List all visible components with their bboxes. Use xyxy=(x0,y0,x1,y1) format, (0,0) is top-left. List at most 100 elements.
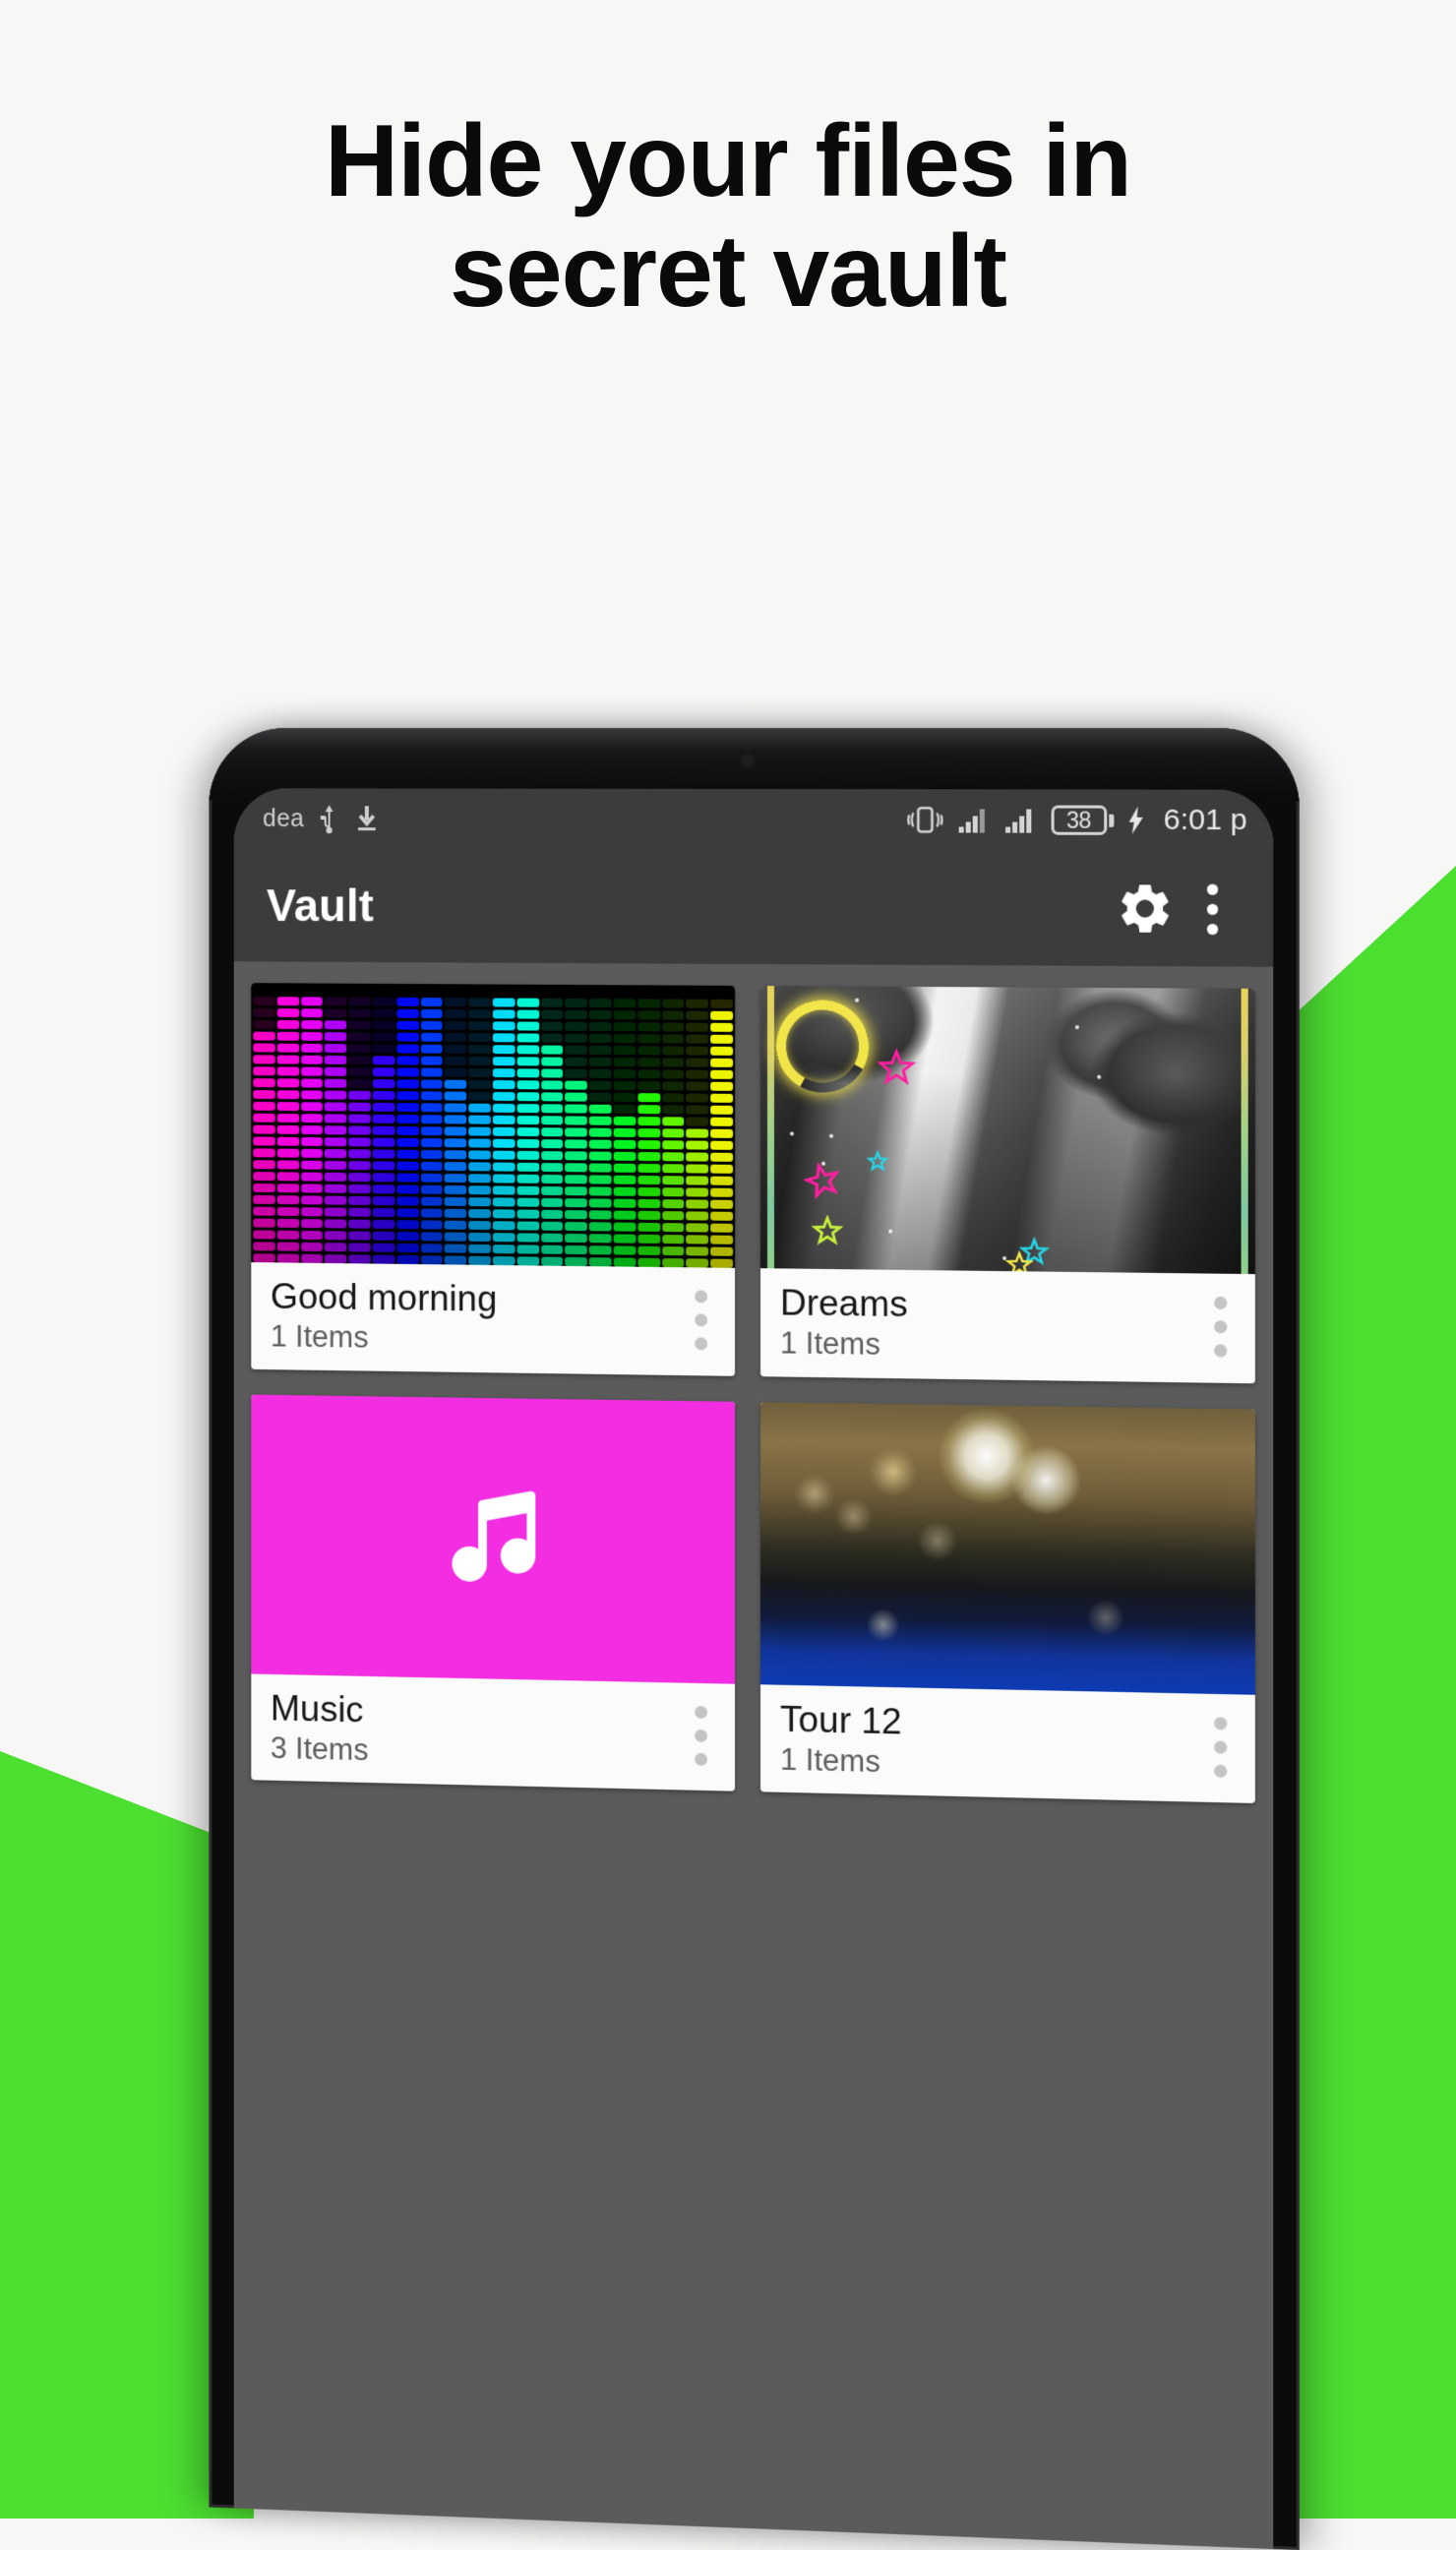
equalizer-segment xyxy=(637,1234,660,1244)
equalizer-segment xyxy=(710,1258,733,1268)
folder-options-button[interactable] xyxy=(674,1290,727,1351)
equalizer-segment xyxy=(444,998,467,1007)
equalizer-column xyxy=(276,997,299,1263)
equalizer-segment xyxy=(492,1138,516,1148)
equalizer-segment xyxy=(444,1115,467,1124)
equalizer-segment xyxy=(444,1244,467,1253)
equalizer-segment xyxy=(540,998,564,1007)
equalizer-segment xyxy=(686,1022,709,1032)
folder-card[interactable]: Tour 12 1 Items xyxy=(759,1401,1255,1804)
equalizer-segment xyxy=(516,1033,539,1043)
equalizer-segment xyxy=(396,1079,419,1089)
equalizer-segment xyxy=(253,997,275,1006)
equalizer-segment xyxy=(637,999,660,1008)
equalizer-segment xyxy=(253,1078,275,1088)
equalizer-segment xyxy=(325,997,347,1006)
equalizer-segment xyxy=(396,1243,419,1253)
equalizer-segment xyxy=(300,1055,324,1064)
equalizer-segment xyxy=(348,1125,371,1135)
equalizer-segment xyxy=(372,997,395,1006)
equalizer-segment xyxy=(516,1057,539,1066)
equalizer-segment xyxy=(661,1093,685,1103)
folder-options-button[interactable] xyxy=(674,1705,727,1766)
equalizer-segment xyxy=(637,1010,660,1020)
folder-card[interactable]: Music 3 Items xyxy=(251,1394,736,1791)
equalizer-segment xyxy=(613,1163,637,1173)
equalizer-column xyxy=(325,997,347,1264)
equalizer-segment xyxy=(516,1185,539,1195)
equalizer-segment xyxy=(613,1046,637,1056)
folder-card[interactable]: Dreams 1 Items xyxy=(759,986,1255,1383)
equalizer-segment xyxy=(492,1162,516,1172)
equalizer-segment xyxy=(492,998,516,1007)
equalizer-segment xyxy=(637,1245,660,1255)
equalizer-segment xyxy=(613,1234,637,1244)
equalizer-segment xyxy=(348,1207,371,1217)
folder-options-button[interactable] xyxy=(1193,1297,1247,1358)
equalizer-segment xyxy=(468,1185,491,1195)
overflow-menu-button[interactable] xyxy=(1183,871,1241,946)
phone-screen: dea 38 6:01 p Vault Good morning 1 Items… xyxy=(233,788,1274,2550)
equalizer-segment xyxy=(540,1174,564,1184)
equalizer-segment xyxy=(516,1162,539,1172)
equalizer-column xyxy=(613,999,637,1267)
equalizer-segment xyxy=(710,1128,733,1138)
charging-bolt-icon xyxy=(1126,806,1144,835)
equalizer-segment xyxy=(661,1117,685,1126)
equalizer-segment xyxy=(468,1126,491,1136)
settings-button[interactable] xyxy=(1107,871,1183,946)
equalizer-segment xyxy=(396,1125,419,1136)
equalizer-segment xyxy=(710,1069,733,1079)
equalizer-segment xyxy=(613,1092,637,1103)
folder-title: Music xyxy=(270,1687,364,1730)
equalizer-segment xyxy=(253,1183,275,1193)
equalizer-segment xyxy=(300,1125,324,1135)
folder-options-button[interactable] xyxy=(1193,1716,1247,1778)
equalizer-segment xyxy=(588,1057,612,1066)
equalizer-segment xyxy=(492,1091,516,1102)
equalizer-segment xyxy=(710,1140,733,1150)
equalizer-segment xyxy=(444,1056,467,1065)
equalizer-segment xyxy=(325,1219,347,1229)
more-vertical-icon xyxy=(1213,1297,1227,1310)
equalizer-segment xyxy=(686,1117,709,1126)
equalizer-segment xyxy=(661,1176,685,1185)
equalizer-segment xyxy=(468,1162,491,1172)
equalizer-segment xyxy=(444,1021,467,1031)
equalizer-segment xyxy=(710,1164,733,1174)
equalizer-segment xyxy=(276,1253,299,1263)
more-vertical-icon xyxy=(694,1290,707,1304)
equalizer-segment xyxy=(686,1164,709,1174)
equalizer-segment xyxy=(420,1079,443,1089)
equalizer-segment xyxy=(540,1197,564,1208)
equalizer-segment xyxy=(637,1117,660,1126)
equalizer-segment xyxy=(253,1253,275,1263)
equalizer-segment xyxy=(516,1174,539,1184)
equalizer-segment xyxy=(396,1091,419,1101)
equalizer-segment xyxy=(540,1009,564,1019)
sparkle-dot xyxy=(789,1131,794,1136)
equalizer-segment xyxy=(468,1244,491,1253)
equalizer-segment xyxy=(565,1116,587,1125)
equalizer-segment xyxy=(710,1117,733,1126)
equalizer-segment xyxy=(613,1116,637,1126)
usb-icon xyxy=(318,803,341,834)
app-bar: Vault xyxy=(233,848,1274,967)
equalizer-segment xyxy=(444,1184,467,1195)
equalizer-segment xyxy=(348,1149,371,1159)
equalizer-segment xyxy=(300,1219,324,1229)
equalizer-segment xyxy=(348,1254,371,1264)
equalizer-segment xyxy=(396,1008,419,1018)
equalizer-segment xyxy=(396,1208,419,1218)
equalizer-segment xyxy=(686,1176,709,1185)
folder-card[interactable]: Good morning 1 Items xyxy=(251,983,736,1376)
equalizer-segment xyxy=(420,1244,443,1253)
more-vertical-icon xyxy=(694,1705,707,1719)
equalizer-segment xyxy=(325,1184,347,1193)
equalizer-segment xyxy=(710,1093,733,1103)
folder-item-count: 1 Items xyxy=(779,1741,880,1780)
equalizer-segment xyxy=(325,1055,347,1064)
equalizer-segment xyxy=(588,1257,612,1267)
equalizer-column xyxy=(300,997,324,1263)
equalizer-segment xyxy=(372,1114,395,1123)
